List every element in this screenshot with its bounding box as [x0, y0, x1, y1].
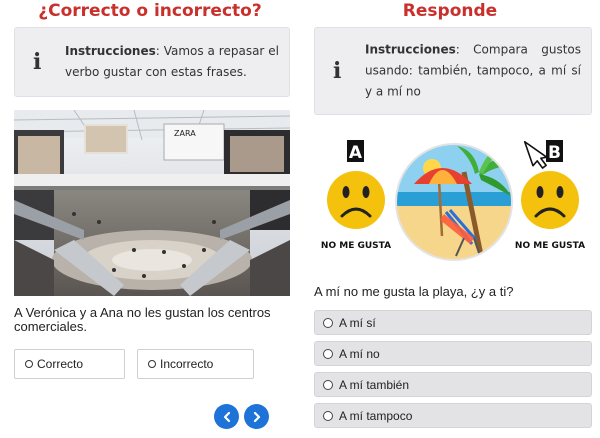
- beach-illustration: A NO ME GUSTA B NO ME GUSTA: [321, 140, 585, 261]
- radio-icon: [148, 360, 156, 368]
- option-label: A mí no: [339, 346, 380, 361]
- beach-scene-icon: [395, 143, 513, 261]
- person-a-caption: NO ME GUSTA: [321, 241, 391, 251]
- radio-icon: [323, 410, 333, 421]
- right-title: Responde: [402, 1, 498, 21]
- zara-store-sign: ZARA: [174, 129, 196, 138]
- radio-icon: [323, 317, 333, 328]
- previous-button[interactable]: [214, 404, 239, 429]
- option-incorrecto-button[interactable]: Incorrecto: [137, 349, 254, 379]
- instructions-box: i Instrucciones: Compara gustos usando: …: [314, 27, 592, 115]
- option-label: Correcto: [37, 357, 84, 371]
- person-a-label: A: [347, 140, 364, 163]
- statement-text: A Verónica y a Ana no les gustan los cen…: [14, 305, 271, 334]
- instructions-text: Instrucciones: Compara gustos usando: ta…: [365, 40, 581, 103]
- option-label: A mí sí: [339, 315, 376, 330]
- left-panel: ¿Correcto o incorrecto? i Instrucciones:…: [0, 0, 300, 438]
- info-icon: i: [333, 58, 342, 84]
- instructions-text: Instrucciones: Vamos a repasar el verbo …: [65, 41, 279, 83]
- chevron-right-icon: [253, 411, 260, 422]
- option-a-mi-si[interactable]: A mí sí: [314, 310, 592, 335]
- svg-text:B: B: [548, 143, 561, 163]
- left-title: ¿Correcto o incorrecto?: [38, 1, 262, 21]
- info-icon: i: [33, 49, 42, 75]
- instructions-label: Instrucciones: [65, 44, 156, 58]
- person-b-caption: NO ME GUSTA: [515, 241, 585, 251]
- pointer-arrow-icon: [523, 140, 548, 169]
- svg-text:A: A: [349, 143, 363, 163]
- radio-icon: [323, 348, 333, 359]
- instructions-box: i Instrucciones: Vamos a repasar el verb…: [14, 27, 290, 97]
- instructions-label: Instrucciones: [365, 42, 456, 57]
- option-label: Incorrecto: [160, 357, 214, 371]
- sad-face-a-icon: [327, 171, 385, 229]
- radio-icon: [323, 379, 333, 390]
- option-correcto-button[interactable]: Correcto: [14, 349, 125, 379]
- option-label: A mí tampoco: [339, 408, 413, 423]
- option-a-mi-tampoco[interactable]: A mí tampoco: [314, 403, 592, 428]
- option-a-mi-no[interactable]: A mí no: [314, 341, 592, 366]
- question-text: A mí no me gusta la playa, ¿y a ti?: [314, 284, 514, 299]
- option-label: A mí también: [339, 377, 410, 392]
- chevron-left-icon: [223, 411, 230, 422]
- option-a-mi-tambien[interactable]: A mí también: [314, 372, 592, 397]
- shopping-mall-photo: ZARA: [14, 110, 290, 296]
- sad-face-b-icon: [521, 171, 579, 229]
- person-b-label: B: [546, 140, 563, 163]
- radio-icon: [25, 360, 33, 368]
- right-panel: Responde i Instrucciones: Compara gustos…: [300, 0, 600, 438]
- next-button[interactable]: [244, 404, 269, 429]
